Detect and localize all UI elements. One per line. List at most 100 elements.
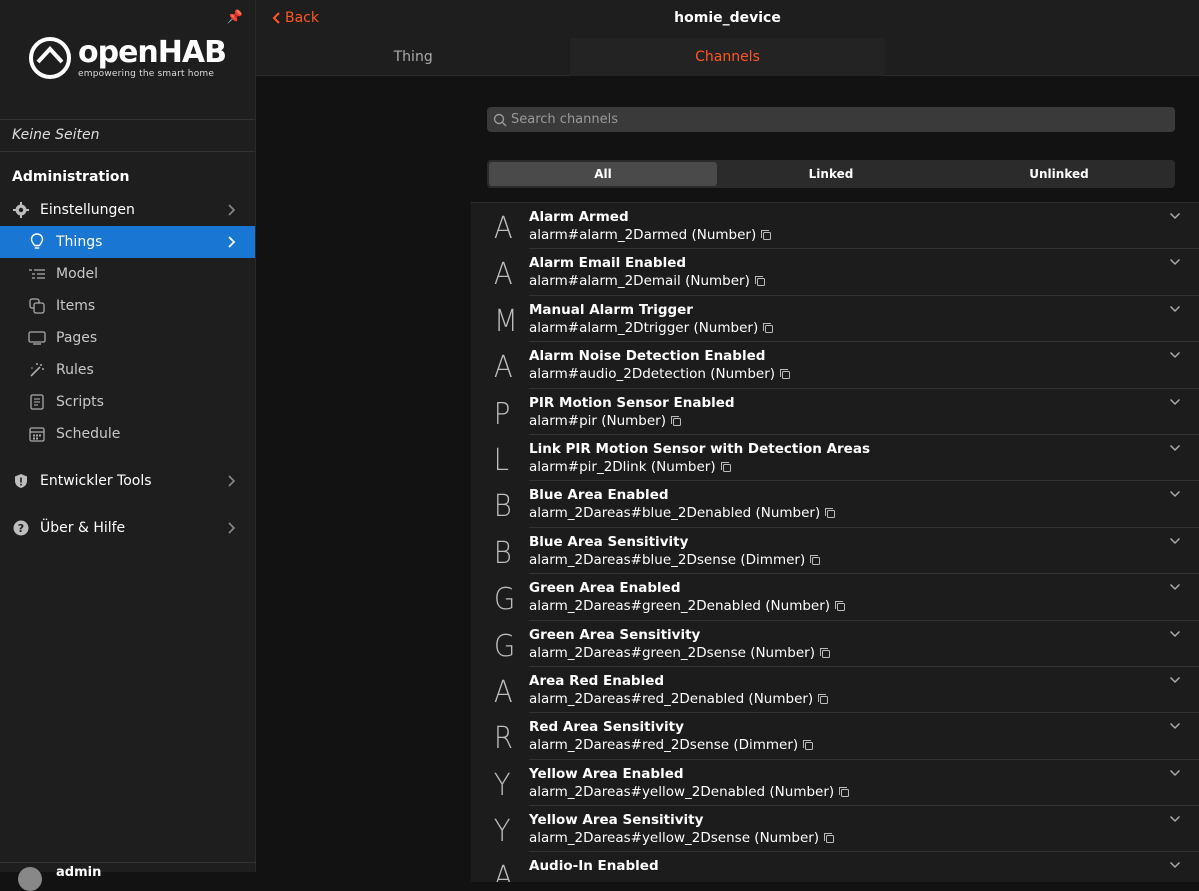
channel-name: Yellow Area Enabled: [529, 766, 684, 782]
filter-unlinked-button[interactable]: Unlinked: [945, 162, 1173, 186]
channel-row[interactable]: AAudio-In Enabled: [471, 852, 1199, 882]
no-pages-label: Keine Seiten: [0, 120, 255, 152]
search-input[interactable]: [511, 112, 1111, 127]
sidebar-item-schedule[interactable]: Schedule: [0, 418, 255, 450]
channel-letter-avatar: L: [494, 443, 509, 478]
copy-icon[interactable]: [762, 322, 774, 334]
channel-row[interactable]: BBlue Area Sensitivityalarm_2Dareas#blue…: [471, 528, 1199, 574]
channel-letter-avatar: B: [494, 536, 512, 571]
channel-letter-avatar: G: [494, 582, 515, 617]
channel-letter-avatar: B: [494, 489, 512, 524]
tab-channels[interactable]: Channels: [570, 38, 884, 76]
copy-icon[interactable]: [809, 554, 821, 566]
copy-icon[interactable]: [754, 275, 766, 287]
sidebar-item-scripts[interactable]: Scripts: [0, 386, 255, 418]
chevron-down-icon[interactable]: [1169, 721, 1181, 731]
chevron-down-icon[interactable]: [1169, 582, 1181, 592]
chevron-down-icon[interactable]: [1169, 768, 1181, 778]
channel-uid: alarm#alarm_2Darmed (Number): [529, 227, 772, 243]
lightbulb-icon: [28, 233, 46, 251]
channel-row[interactable]: LLink PIR Motion Sensor with Detection A…: [471, 435, 1199, 481]
channel-uid-text: alarm_2Dareas#yellow_2Dsense (Number): [529, 830, 819, 846]
sidebar-item-items[interactable]: Items: [0, 290, 255, 322]
channel-uid: alarm_2Dareas#green_2Denabled (Number): [529, 598, 846, 614]
copy-icon[interactable]: [760, 229, 772, 241]
channel-row[interactable]: A Area Red Enabled alarm_2Dareas#red_2Dena…: [471, 667, 1199, 713]
channel-row[interactable]: BBlue Area Enabledalarm_2Dareas#blue_2De…: [471, 481, 1199, 527]
channel-uid-text: alarm_2Dareas#green_2Denabled (Number): [529, 598, 830, 614]
channel-row[interactable]: G Green Area Enabled alarm_2Dareas#green_2…: [471, 574, 1199, 620]
channel-row[interactable]: A Alarm Email Enabled alarm#alarm_2Demail …: [471, 249, 1199, 295]
chevron-down-icon[interactable]: [1169, 211, 1181, 221]
channel-name: Alarm Noise Detection Enabled: [529, 348, 765, 364]
channel-letter-avatar: Y: [494, 768, 511, 803]
chevron-down-icon[interactable]: [1169, 860, 1181, 870]
chevron-down-icon[interactable]: [1169, 489, 1181, 499]
copy-icon[interactable]: [838, 786, 850, 798]
channel-uid: alarm_2Dareas#green_2Dsense (Number): [529, 645, 831, 661]
chevron-right-icon: [225, 520, 239, 536]
sidebar-item-model[interactable]: Model: [0, 258, 255, 290]
channel-row[interactable]: MManual Alarm Triggeralarm#alarm_2Dtrigg…: [471, 296, 1199, 342]
channel-filter: All Linked Unlinked: [487, 160, 1175, 188]
copy-icon[interactable]: [779, 368, 791, 380]
channel-uid-text: alarm#pir_2Dlink (Number): [529, 459, 716, 475]
chevron-down-icon[interactable]: [1169, 629, 1181, 639]
model-icon: [28, 265, 46, 283]
channel-row[interactable]: AAlarm Noise Detection Enabledalarm#audi…: [471, 342, 1199, 388]
channel-name: Alarm Email Enabled: [529, 255, 686, 271]
channel-row[interactable]: AAlarm Armedalarm#alarm_2Darmed (Number): [471, 203, 1199, 249]
channel-uid: alarm_2Dareas#blue_2Dsense (Dimmer): [529, 552, 821, 568]
chevron-down-icon[interactable]: [1169, 257, 1181, 267]
chevron-down-icon[interactable]: [1169, 443, 1181, 453]
channel-uid: alarm#pir (Number): [529, 413, 682, 429]
channel-name: Green Area Enabled: [529, 580, 681, 596]
channel-row[interactable]: RRed Area Sensitivityalarm_2Dareas#red_2…: [471, 713, 1199, 759]
copy-icon[interactable]: [819, 647, 831, 659]
sidebar-item-rules[interactable]: Rules: [0, 354, 255, 386]
channel-uid: alarm_2Dareas#red_2Denabled (Number): [529, 691, 829, 707]
pin-icon[interactable]: 📌: [227, 10, 243, 25]
channel-row[interactable]: YYellow Area Sensitivityalarm_2Dareas#ye…: [471, 806, 1199, 852]
channel-row[interactable]: YYellow Area Enabledalarm_2Dareas#yellow…: [471, 760, 1199, 806]
channel-name: Area Red Enabled: [529, 673, 664, 689]
channel-row[interactable]: GGreen Area Sensitivityalarm_2Dareas#gre…: [471, 621, 1199, 667]
user-profile[interactable]: admin: [0, 862, 256, 872]
channel-row[interactable]: PPIR Motion Sensor Enabledalarm#pir (Num…: [471, 389, 1199, 435]
channel-letter-avatar: A: [494, 350, 513, 385]
sidebar-item-developer-tools[interactable]: Entwickler Tools: [0, 465, 255, 497]
chevron-down-icon[interactable]: [1169, 536, 1181, 546]
sidebar-item-help[interactable]: ? Über & Hilfe: [0, 512, 255, 544]
chevron-down-icon[interactable]: [1169, 814, 1181, 824]
copy-icon[interactable]: [823, 832, 835, 844]
sidebar-item-items-label: Items: [56, 298, 95, 314]
copy-icon[interactable]: [834, 600, 846, 612]
filter-linked-button[interactable]: Linked: [717, 162, 945, 186]
logo-area: 📌 openHAB empowering the smart home: [0, 0, 255, 120]
copy-icon[interactable]: [670, 415, 682, 427]
channel-letter-avatar: A: [494, 675, 513, 710]
copy-icon[interactable]: [824, 507, 836, 519]
section-title-administration: Administration: [0, 169, 255, 189]
filter-all-button[interactable]: All: [489, 162, 717, 186]
channel-letter-avatar: A: [494, 257, 513, 292]
channel-uid: alarm#alarm_2Demail (Number): [529, 273, 766, 289]
chevron-down-icon[interactable]: [1169, 304, 1181, 314]
openhab-logo[interactable]: openHAB empowering the smart home: [28, 36, 226, 80]
copy-icon[interactable]: [802, 739, 814, 751]
sidebar-item-pages[interactable]: Pages: [0, 322, 255, 354]
channel-uid-text: alarm#alarm_2Dtrigger (Number): [529, 320, 758, 336]
page-title: homie_device: [256, 10, 1199, 26]
tab-thing[interactable]: Thing: [256, 38, 570, 76]
sidebar-item-things[interactable]: Things: [0, 226, 255, 258]
sidebar-item-settings[interactable]: Einstellungen: [0, 194, 255, 226]
chevron-down-icon[interactable]: [1169, 675, 1181, 685]
search-bar[interactable]: [487, 107, 1175, 132]
brand-title: openHAB: [78, 38, 226, 68]
copy-icon[interactable]: [720, 461, 732, 473]
channel-letter-avatar: Y: [494, 814, 511, 849]
tab-code[interactable]: [885, 38, 1199, 76]
copy-icon[interactable]: [817, 693, 829, 705]
chevron-down-icon[interactable]: [1169, 397, 1181, 407]
chevron-down-icon[interactable]: [1169, 350, 1181, 360]
